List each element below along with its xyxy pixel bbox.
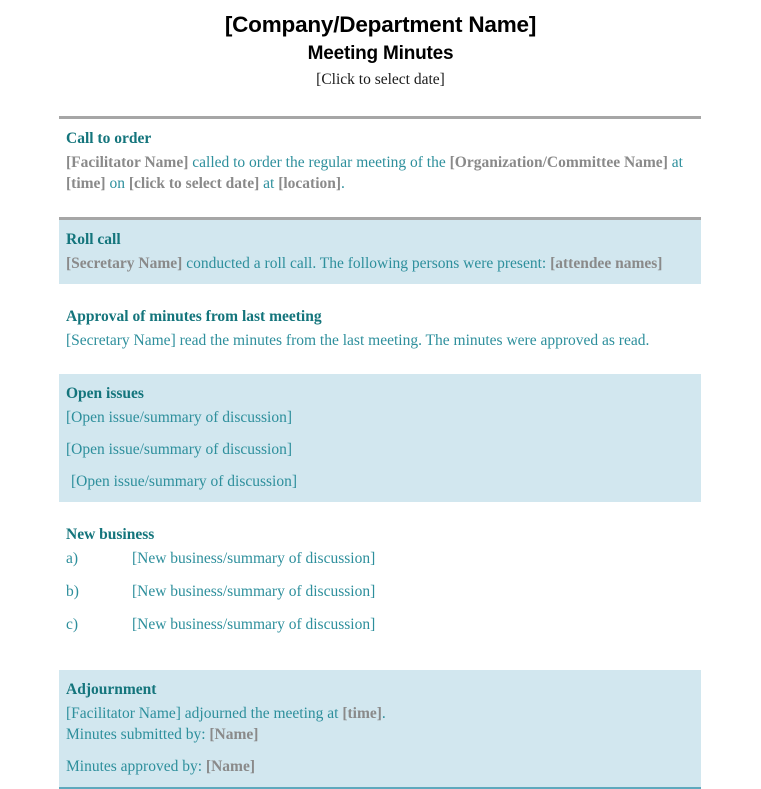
field-meeting-date[interactable]: [click to select date] <box>129 175 259 192</box>
section-new-business: New business a) [New business/summary of… <box>59 515 701 657</box>
heading-call-to-order: Call to order <box>66 130 152 147</box>
open-issue-item[interactable]: [Open issue/summary of discussion] <box>66 439 693 460</box>
text-roll-call-1: conducted a roll call. The following per… <box>182 255 551 272</box>
page-title: [Company/Department Name] <box>224 12 537 37</box>
new-business-text[interactable]: [New business/summary of discussion] <box>132 614 693 635</box>
paragraph-call-to-order: [Facilitator Name] called to order the r… <box>66 152 693 194</box>
section-adjournment: Adjournment [Facilitator Name] adjourned… <box>59 670 701 787</box>
new-business-row: a) [New business/summary of discussion] <box>66 548 693 569</box>
page-subtitle: Meeting Minutes <box>307 43 454 64</box>
text-approval-1: read the minutes from the last meeting. … <box>175 332 650 349</box>
list-marker: c) <box>66 616 79 633</box>
text-call-to-order-4: at <box>259 175 279 192</box>
section-approval-of-minutes: Approval of minutes from last meeting [S… <box>59 297 701 361</box>
list-marker: b) <box>66 583 79 600</box>
text-call-to-order-3: on <box>105 175 129 192</box>
section-open-issues: Open issues [Open issue/summary of discu… <box>59 374 701 502</box>
new-business-text[interactable]: [New business/summary of discussion] <box>132 548 693 569</box>
paragraph-roll-call: [Secretary Name] conducted a roll call. … <box>66 253 693 274</box>
document-page: [Company/Department Name] Meeting Minute… <box>0 0 761 789</box>
heading-adjournment: Adjournment <box>66 681 157 698</box>
new-business-text[interactable]: [New business/summary of discussion] <box>132 581 693 602</box>
spacer-before-new-business <box>59 502 701 515</box>
heading-approval-of-minutes: Approval of minutes from last meeting <box>66 308 322 325</box>
field-facilitator-name-adjournment[interactable]: [Facilitator Name] <box>66 705 181 722</box>
list-marker: a) <box>66 550 79 567</box>
section-roll-call: Roll call [Secretary Name] conducted a r… <box>59 220 701 284</box>
new-business-row: b) [New business/summary of discussion] <box>66 581 693 602</box>
section-call-to-order: Call to order [Facilitator Name] called … <box>59 119 701 204</box>
field-secretary-name[interactable]: [Secretary Name] <box>66 255 182 272</box>
minutes-submitted-line: Minutes submitted by: [Name] <box>66 724 693 745</box>
heading-roll-call: Roll call <box>66 231 121 248</box>
field-adjournment-time[interactable]: [time] <box>342 705 382 722</box>
field-facilitator-name[interactable]: [Facilitator Name] <box>66 154 188 171</box>
heading-new-business: New business <box>66 526 155 543</box>
field-attendee-names[interactable]: [attendee names] <box>550 255 662 272</box>
field-time[interactable]: [time] <box>66 175 106 192</box>
field-submitted-by-name[interactable]: [Name] <box>209 726 258 743</box>
field-secretary-name-approval[interactable]: [Secretary Name] <box>66 332 176 349</box>
document-body: Call to order [Facilitator Name] called … <box>59 116 701 789</box>
spacer-before-open-issues <box>59 361 701 374</box>
date-picker-field[interactable]: [Click to select date] <box>0 67 761 92</box>
paragraph-adjournment: [Facilitator Name] adjourned the meeting… <box>66 703 693 724</box>
minutes-submitted-label: Minutes submitted by: <box>66 726 210 743</box>
document-header: [Company/Department Name] Meeting Minute… <box>0 0 761 92</box>
spacer-before-adjournment <box>59 657 701 670</box>
paragraph-approval-of-minutes: [Secretary Name] read the minutes from t… <box>66 330 693 351</box>
open-issue-item[interactable]: [Open issue/summary of discussion] <box>66 471 693 492</box>
text-call-to-order-5: . <box>341 175 345 192</box>
text-call-to-order-1: called to order the regular meeting of t… <box>188 154 450 171</box>
minutes-approved-label: Minutes approved by: <box>66 758 206 775</box>
spacer-before-approval <box>59 284 701 297</box>
text-adjournment-1: adjourned the meeting at <box>180 705 343 722</box>
new-business-row: c) [New business/summary of discussion] <box>66 614 693 635</box>
field-approved-by-name[interactable]: [Name] <box>206 758 255 775</box>
field-location[interactable]: [location] <box>278 175 341 192</box>
text-call-to-order-2: at <box>667 154 683 171</box>
field-organization-name[interactable]: [Organization/Committee Name] <box>450 154 668 171</box>
header-spacer <box>0 92 761 116</box>
open-issue-item[interactable]: [Open issue/summary of discussion] <box>66 407 693 428</box>
heading-open-issues: Open issues <box>66 385 144 402</box>
minutes-approved-line: Minutes approved by: [Name] <box>66 756 693 777</box>
spacer-before-roll-call <box>59 204 701 217</box>
text-adjournment-2: . <box>381 705 386 722</box>
